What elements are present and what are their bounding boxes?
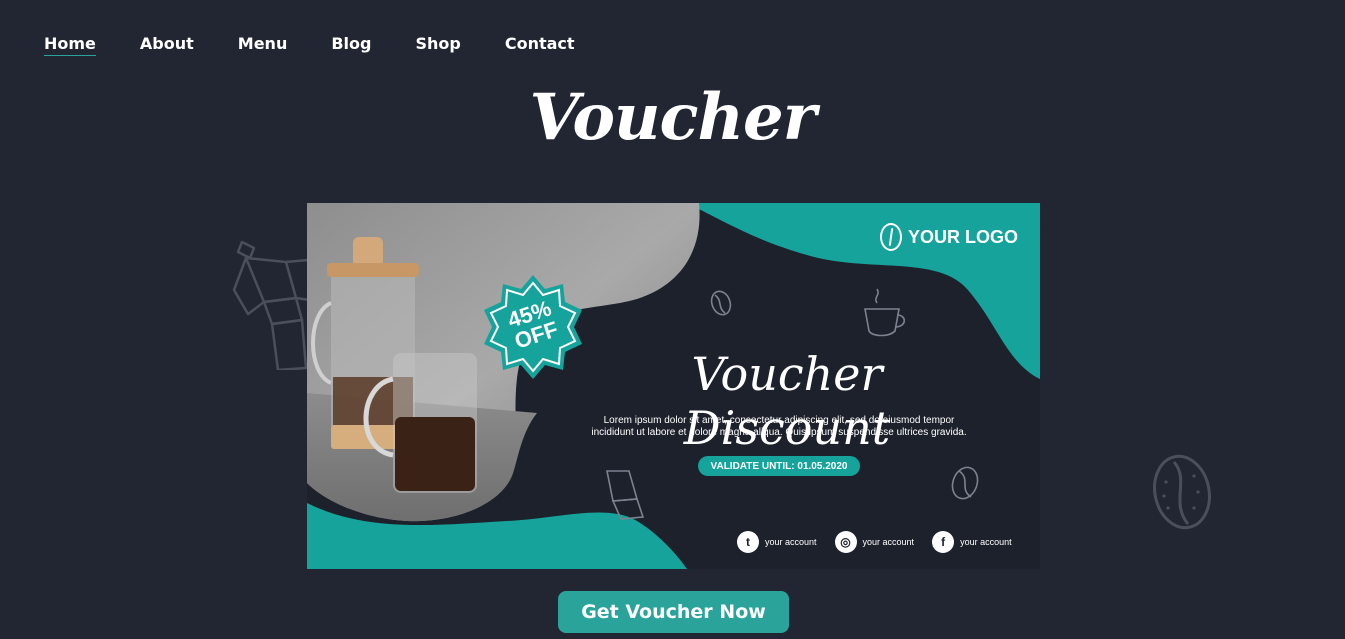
voucher-description-line: incididunt ut labore et dolore magna ali… — [591, 427, 967, 438]
voucher-banner[interactable]: YOUR LOGO 45% OFF Voucher Discount Lorem… — [307, 203, 1040, 569]
moka-pot-icon — [232, 240, 312, 370]
voucher-description: Lorem ipsum dolor sit amet, consectetur … — [579, 415, 979, 439]
coffee-bean-logo-icon — [879, 223, 902, 251]
nav-shop[interactable]: Shop — [415, 34, 460, 56]
facebook-icon: f — [932, 531, 955, 553]
social-handle: your account — [862, 537, 915, 547]
logo-text: YOUR LOGO — [907, 226, 1018, 247]
nav-home[interactable]: Home — [44, 34, 96, 56]
discount-badge: 45% OFF — [483, 275, 583, 375]
social-instagram[interactable]: ◎ your account — [834, 531, 915, 553]
social-facebook[interactable]: f your account — [932, 531, 1012, 553]
validity-pill: VALIDATE UNTIL: 01.05.2020 — [698, 456, 860, 476]
get-voucher-button[interactable]: Get Voucher Now — [558, 591, 789, 633]
nav-blog[interactable]: Blog — [331, 34, 371, 56]
main-nav: Home About Menu Blog Shop Contact — [44, 34, 619, 56]
voucher-description-line: Lorem ipsum dolor sit amet, consectetur … — [603, 415, 955, 426]
social-twitter[interactable]: t your account — [737, 531, 817, 553]
instagram-icon: ◎ — [834, 531, 857, 553]
brand-logo: YOUR LOGO — [879, 223, 1018, 251]
social-handle: your account — [960, 537, 1012, 547]
nav-about[interactable]: About — [140, 34, 194, 56]
social-handle: your account — [765, 537, 817, 547]
nav-menu[interactable]: Menu — [238, 34, 288, 56]
page-title: Voucher — [529, 80, 817, 155]
coffee-bean-icon — [1153, 454, 1211, 530]
nav-contact[interactable]: Contact — [505, 34, 575, 56]
social-accounts: t your account ◎ your account f your acc… — [737, 531, 1030, 553]
twitter-icon: t — [737, 531, 759, 553]
